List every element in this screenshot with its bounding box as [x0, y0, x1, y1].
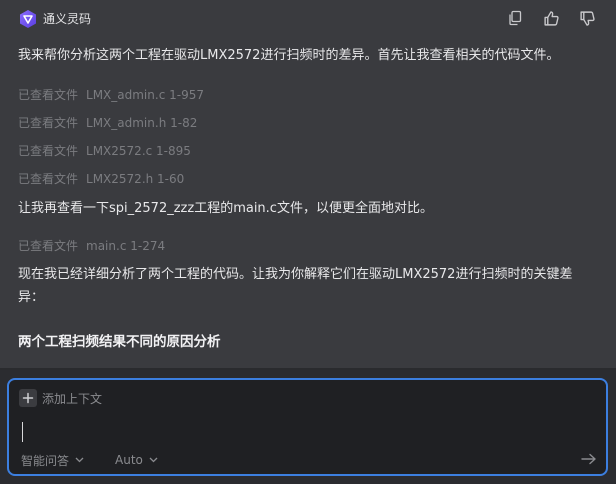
file-reference[interactable]: 已查看文件 LMX_admin.c 1-957 — [18, 87, 204, 103]
mode-selector[interactable]: 智能问答 — [21, 452, 84, 468]
chat-app: 通义灵码 我来帮你分析这两个工程在驱动LMX2572进行扫频时的差异。首先让我查… — [0, 0, 616, 484]
chevron-down-icon — [75, 457, 84, 463]
file-reference[interactable]: 已查看文件 LMX2572.h 1-60 — [18, 171, 184, 187]
message-text: 异： — [18, 290, 45, 305]
file-reference[interactable]: 已查看文件 LMX2572.c 1-895 — [18, 143, 191, 159]
plus-icon — [19, 389, 37, 407]
thumbs-down-button[interactable] — [576, 8, 598, 28]
arrow-right-icon — [581, 453, 596, 465]
tongyi-logo-icon — [20, 10, 36, 28]
file-reference-name: LMX_admin.c 1-957 — [86, 88, 204, 102]
file-reference[interactable]: 已查看文件 LMX_admin.h 1-82 — [18, 115, 197, 131]
model-label: Auto — [115, 453, 143, 467]
section-heading: 两个工程扫频结果不同的原因分析 — [18, 334, 221, 350]
message-text: 现在我已经详细分析了两个工程的代码。让我为你解释它们在驱动LMX2572进行扫频… — [18, 267, 573, 282]
file-reference-name: main.c 1-274 — [86, 239, 166, 253]
copy-icon — [509, 10, 522, 26]
mode-label: 智能问答 — [21, 453, 70, 468]
file-reference-label: 已查看文件 — [18, 239, 79, 253]
text-caret — [22, 422, 23, 442]
chat-history[interactable]: 通义灵码 我来帮你分析这两个工程在驱动LMX2572进行扫频时的差异。首先让我查… — [0, 0, 616, 370]
thumbs-up-icon — [543, 10, 559, 26]
thumbs-down-icon — [579, 10, 595, 26]
file-reference-name: LMX2572.h 1-60 — [86, 172, 185, 186]
add-context-button[interactable]: 添加上下文 — [19, 389, 102, 407]
file-reference-label: 已查看文件 — [18, 172, 79, 186]
message-actions — [504, 8, 598, 28]
file-reference-name: LMX2572.c 1-895 — [86, 144, 191, 158]
assistant-message-header: 通义灵码 — [18, 8, 598, 30]
send-button[interactable] — [580, 450, 598, 468]
file-reference-name: LMX_admin.h 1-82 — [86, 116, 198, 130]
message-text: 让我再查看一下spi_2572_zzz工程的main.c文件，以便更全面地对比。 — [18, 201, 433, 216]
file-reference-label: 已查看文件 — [18, 88, 79, 102]
chevron-down-icon — [149, 457, 158, 463]
message-text: 我来帮你分析这两个工程在驱动LMX2572进行扫频时的差异。首先让我查看相关的代… — [18, 48, 560, 63]
add-context-label: 添加上下文 — [42, 391, 103, 406]
file-reference-label: 已查看文件 — [18, 116, 79, 130]
copy-button[interactable] — [504, 8, 526, 28]
file-reference[interactable]: 已查看文件 main.c 1-274 — [18, 238, 165, 254]
message-input[interactable] — [19, 420, 589, 444]
chat-composer[interactable]: 添加上下文 智能问答 Auto — [7, 378, 608, 476]
thumbs-up-button[interactable] — [540, 8, 562, 28]
file-reference-label: 已查看文件 — [18, 144, 79, 158]
model-selector[interactable]: Auto — [115, 452, 158, 468]
assistant-name: 通义灵码 — [43, 12, 92, 26]
